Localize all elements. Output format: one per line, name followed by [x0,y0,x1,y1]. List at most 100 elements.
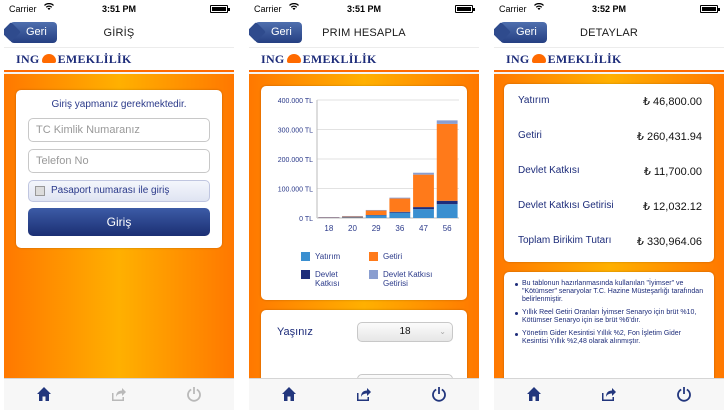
back-button[interactable]: Geri [255,22,302,43]
brand-logo-right: EMEKLİLİK [57,52,132,66]
battery-icon [455,5,475,13]
login-content: Giriş yapmanız gerekmektedir. TC Kimlik … [4,74,234,378]
x-tick-label: 56 [443,224,452,233]
bar-segment [365,210,387,215]
detail-value: ₺ 260,431.94 [636,131,702,143]
home-icon[interactable] [279,386,299,404]
lion-icon [286,54,301,63]
nav-bar: Geri PRIM HESAPLA [249,18,479,48]
login-card: Giriş yapmanız gerekmektedir. TC Kimlik … [16,90,222,248]
detail-label: Toplam Birikim Tutarı [518,235,612,246]
app-screenshots: Carrier 3:51 PM Geri GİRİŞ ING EMEKLİLİK … [0,0,724,410]
tab-bar [4,378,234,410]
brand-logo: ING EMEKLİLİK [261,52,377,67]
bar-segment [342,217,363,218]
details-card: Yatırım ₺ 46,800.00 Getiri ₺ 260,431.94 … [504,84,714,262]
stacked-bar-chart: 400.000 TL 300.000 TL 200.000 TL 100.000 TL… [278,98,459,233]
home-icon[interactable] [34,386,54,404]
power-icon[interactable] [184,386,204,404]
legend-label: Getiri [383,252,403,261]
x-tick-label: 18 [324,224,333,233]
power-icon[interactable] [674,386,694,404]
bar-segment [318,217,340,218]
y-tick-label: 400.000 TL [278,98,313,105]
brand-bar: ING EMEKLİLİK [4,48,234,72]
lion-icon [41,54,56,63]
bar-segment [436,120,458,124]
detail-value: ₺ 330,964.06 [636,236,702,248]
detail-row: Getiri ₺ 260,431.94 [504,121,714,151]
legend-swatch [301,270,310,279]
login-info-text: Giriş yapmanız gerekmektedir. [51,99,187,110]
legend-swatch [301,252,310,261]
power-icon[interactable] [429,386,449,404]
bar-segment [413,207,434,210]
bar-segment [389,198,411,212]
calc-content: 400.000 TL 300.000 TL 200.000 TL 100.000 TL… [249,74,479,394]
battery-icon [700,5,720,13]
bar-segment [413,209,434,218]
tc-input[interactable]: TC Kimlik Numaranız [28,118,210,142]
age-label: Yaşınız [277,326,313,338]
detail-label: Yatırım [518,95,550,106]
legend-swatch [369,252,378,261]
share-icon[interactable] [599,386,619,404]
y-tick-label: 100.000 TL [278,187,313,194]
detail-row: Devlet Katkısı Getirisi ₺ 12,032.12 [504,191,714,221]
detail-row: Yatırım ₺ 46,800.00 [504,86,714,116]
status-bar: Carrier 3:51 PM [249,0,479,18]
passport-toggle[interactable]: Pasaport numarası ile giriş [28,180,210,202]
status-bar: Carrier 3:52 PM [494,0,724,18]
x-tick-label: 20 [348,224,357,233]
brand-logo-right: EMEKLİLİK [302,52,377,66]
notes-card: Bu tablonun hazırlanmasında kullanılan "… [504,272,714,382]
note-item: Yönetim Gider Kesintisi Yıllık %2, Fon İ… [514,330,706,346]
x-tick-label: 47 [419,224,428,233]
share-icon[interactable] [354,386,374,404]
detail-value: ₺ 11,700.00 [643,166,702,178]
bar-segment [365,209,387,211]
tab-bar [494,378,724,410]
lion-icon [531,54,546,63]
bar-segment [436,200,458,205]
tab-bar [249,378,479,410]
bar-segment [389,211,411,213]
status-time: 3:51 PM [346,4,381,14]
brand-logo: ING EMEKLİLİK [16,52,132,67]
notes-list: Bu tablonun hazırlanmasında kullanılan "… [514,280,706,351]
note-item: Yıllık Reel Getiri Oranları İyimser Sena… [514,309,706,325]
bar-segment [342,215,363,217]
detail-label: Getiri [518,130,542,141]
brand-logo-left: ING [16,52,40,66]
login-button[interactable]: Giriş [28,208,210,236]
detail-label: Devlet Katkısı [518,165,580,176]
y-tick-label: 200.000 TL [278,157,313,164]
bar-segment [413,172,434,175]
bar-segment [389,197,411,199]
back-button[interactable]: Geri [500,22,547,43]
home-icon[interactable] [524,386,544,404]
brand-logo-left: ING [261,52,285,66]
y-tick-label: 0 TL [299,216,313,223]
legend-label: Devlet Katkısı Getirisi [383,270,433,288]
detail-row: Toplam Birikim Tutarı ₺ 330,964.06 [504,226,714,256]
detail-value: ₺ 12,032.12 [643,201,702,213]
nav-bar: Geri GİRİŞ [4,18,234,48]
bar-segment [413,174,434,208]
bar-segment [389,212,411,218]
passport-label: Pasaport numarası ile giriş [51,185,170,196]
detail-label: Devlet Katkısı Getirisi [518,200,614,211]
age-select[interactable]: 18 ⌄ [357,322,453,342]
brand-logo-left: ING [506,52,530,66]
detail-row: Devlet Katkısı ₺ 11,700.00 [504,156,714,186]
brand-logo: ING EMEKLİLİK [506,52,622,67]
battery-icon [210,5,230,13]
passport-checkbox[interactable] [35,186,45,196]
note-item: Bu tablonun hazırlanmasında kullanılan "… [514,280,706,304]
back-button[interactable]: Geri [10,22,57,43]
login-screen: Carrier 3:51 PM Geri GİRİŞ ING EMEKLİLİK … [4,0,234,410]
share-icon[interactable] [109,386,129,404]
phone-input[interactable]: Telefon No [28,149,210,173]
chevron-down-icon: ⌄ [439,327,446,336]
status-bar: Carrier 3:51 PM [4,0,234,18]
